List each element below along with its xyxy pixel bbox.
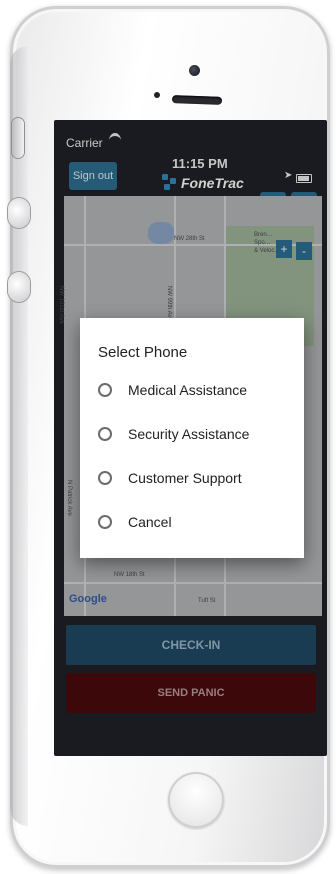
option-label: Cancel	[128, 514, 172, 530]
phone-edge	[10, 46, 28, 826]
option-label: Customer Support	[128, 470, 242, 486]
front-camera	[189, 65, 200, 76]
mute-switch	[12, 118, 24, 158]
radio-button[interactable]	[98, 427, 112, 441]
volume-up-button	[8, 198, 30, 228]
radio-button[interactable]	[98, 515, 112, 529]
option-customer-support[interactable]: Customer Support	[98, 470, 242, 486]
radio-button[interactable]	[98, 383, 112, 397]
proximity-sensor	[154, 92, 160, 98]
home-button[interactable]	[168, 772, 224, 828]
dialog-title: Select Phone	[98, 344, 188, 361]
option-label: Security Assistance	[128, 426, 250, 442]
radio-button[interactable]	[98, 471, 112, 485]
option-security-assistance[interactable]: Security Assistance	[98, 426, 249, 442]
option-medical-assistance[interactable]: Medical Assistance	[98, 382, 247, 398]
select-phone-dialog: Select Phone Medical Assistance Security…	[80, 318, 304, 558]
volume-down-button	[8, 272, 30, 302]
option-label: Medical Assistance	[128, 382, 248, 398]
option-cancel[interactable]: Cancel	[98, 514, 172, 530]
earpiece-speaker	[171, 95, 223, 105]
